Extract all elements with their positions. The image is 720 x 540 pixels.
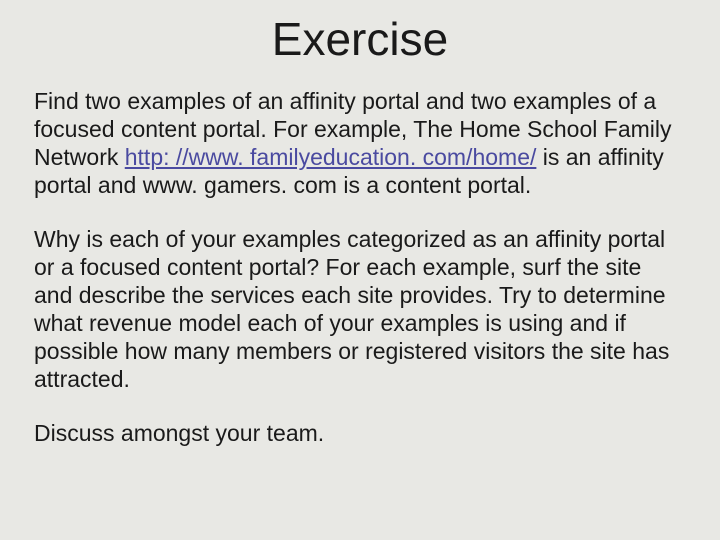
example-affinity-link[interactable]: http: //www. familyeducation. com/home/ — [125, 144, 537, 170]
paragraph-1: Find two examples of an affinity portal … — [34, 87, 686, 199]
slide-body: Find two examples of an affinity portal … — [34, 87, 686, 448]
slide-title: Exercise — [34, 14, 686, 65]
paragraph-2: Why is each of your examples categorized… — [34, 225, 686, 393]
slide: Exercise Find two examples of an affinit… — [0, 0, 720, 540]
paragraph-3: Discuss amongst your team. — [34, 419, 686, 447]
